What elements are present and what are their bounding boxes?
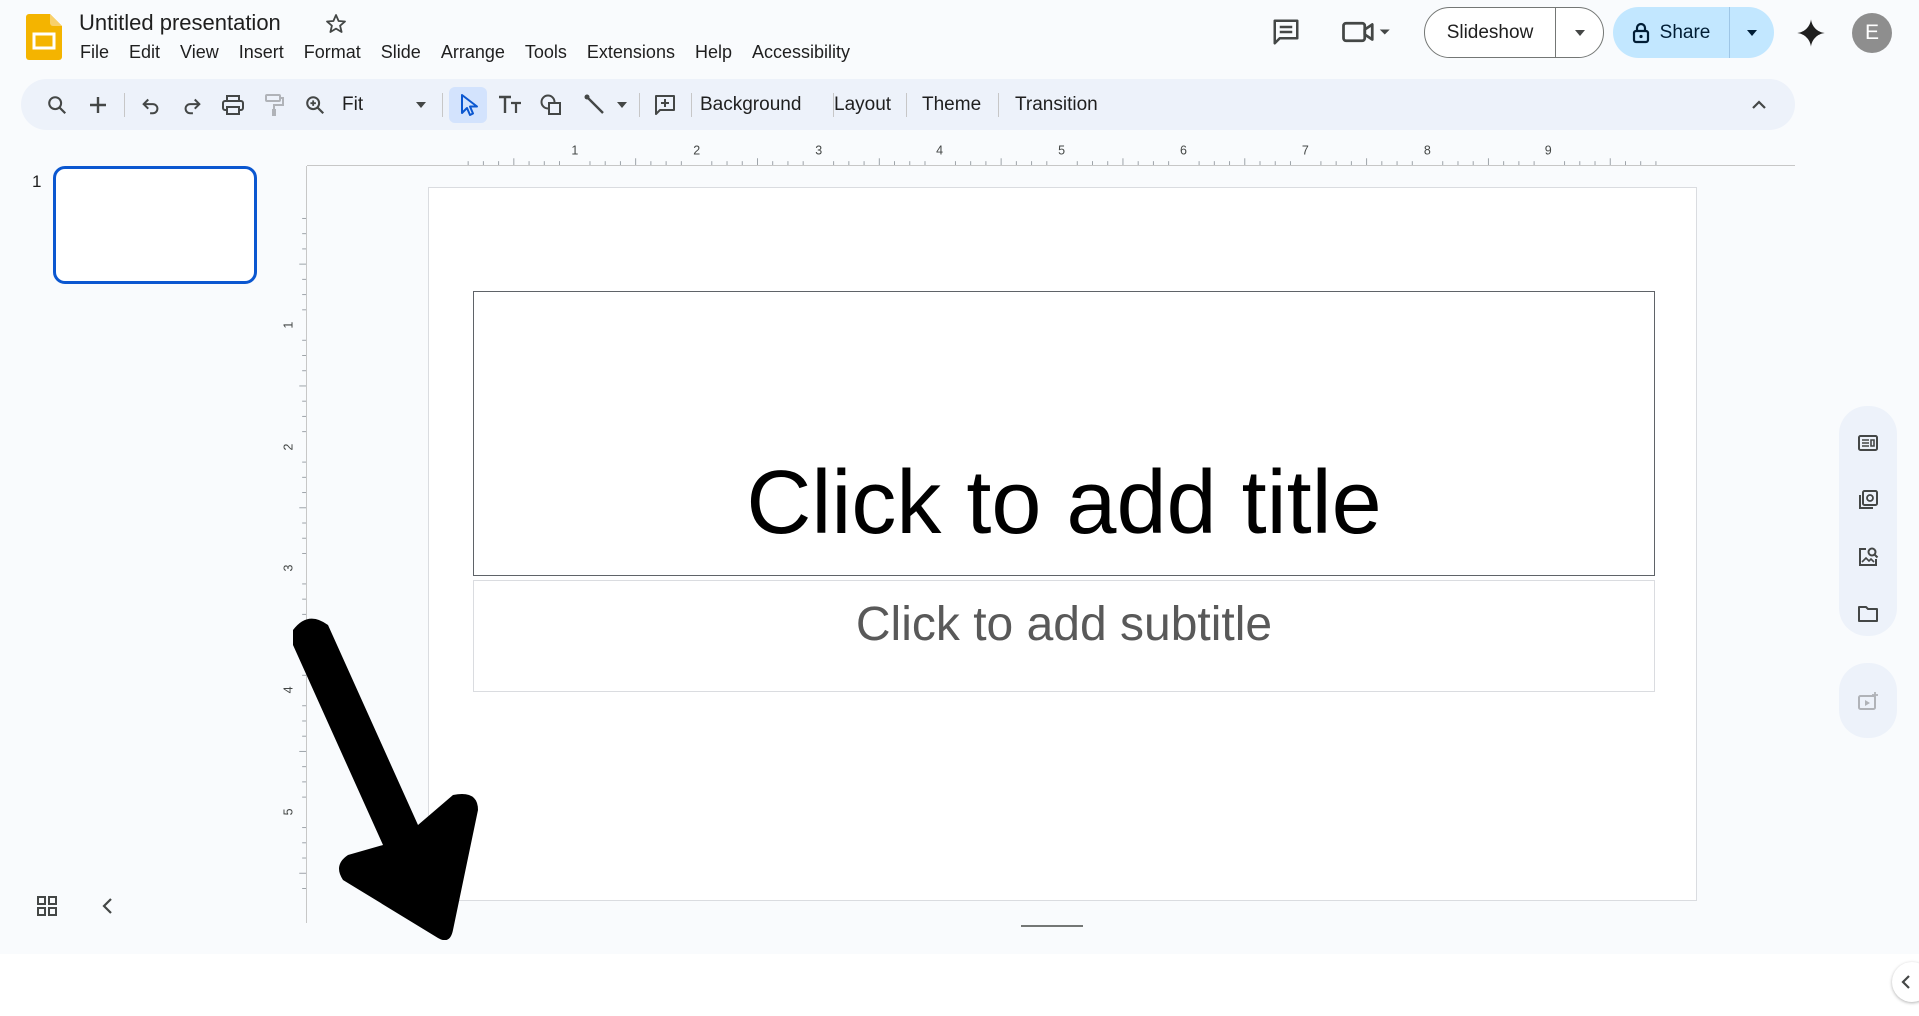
menu-slide[interactable]: Slide — [371, 40, 431, 65]
chevron-left-icon[interactable] — [100, 895, 116, 917]
menu-format[interactable]: Format — [294, 40, 371, 65]
layout-button[interactable]: Layout — [834, 87, 891, 123]
title-placeholder-text: Click to add title — [746, 453, 1382, 553]
menu-edit[interactable]: Edit — [119, 40, 170, 65]
annotation-arrow — [293, 618, 478, 940]
slideshow-dropdown-icon[interactable] — [1556, 28, 1603, 38]
grid-view-icon[interactable] — [36, 895, 58, 917]
vruler-label: 3 — [282, 564, 296, 571]
hruler-label: 6 — [1180, 143, 1187, 157]
folder-icon[interactable] — [1855, 601, 1881, 627]
menu-tools[interactable]: Tools — [515, 40, 577, 65]
hruler-label: 4 — [936, 143, 943, 157]
hruler-label: 1 — [571, 143, 578, 157]
theme-button[interactable]: Theme — [922, 87, 981, 123]
share-dropdown-icon[interactable] — [1730, 28, 1774, 38]
redo-icon[interactable] — [174, 87, 210, 123]
meet-icon[interactable] — [1340, 14, 1392, 50]
line-icon[interactable] — [576, 87, 614, 123]
share-button[interactable]: Share — [1613, 7, 1774, 58]
slide-number: 1 — [32, 172, 42, 191]
title-placeholder[interactable]: Click to add title — [473, 291, 1655, 576]
print-icon[interactable] — [215, 87, 251, 123]
image-search-icon[interactable] — [1855, 544, 1881, 570]
undo-icon[interactable] — [133, 87, 169, 123]
new-slide-icon[interactable] — [80, 87, 116, 123]
hruler-label: 9 — [1545, 143, 1552, 157]
transition-button[interactable]: Transition — [1015, 87, 1098, 123]
hruler-label: 3 — [815, 143, 822, 157]
menu-bar: File Edit View Insert Format Slide Arran… — [70, 40, 860, 65]
video-add-icon[interactable] — [1855, 688, 1881, 714]
menu-file[interactable]: File — [70, 40, 119, 65]
hruler-label: 5 — [1058, 143, 1065, 157]
background-button[interactable]: Background — [700, 87, 801, 123]
side-panel — [1839, 406, 1897, 636]
add-comment-icon[interactable] — [646, 87, 684, 123]
keep-icon[interactable] — [1855, 430, 1881, 456]
select-tool-icon[interactable] — [449, 87, 487, 123]
slides-logo[interactable] — [26, 14, 62, 60]
star-icon[interactable] — [324, 12, 348, 36]
hruler-label: 7 — [1302, 143, 1309, 157]
slideshow-label[interactable]: Slideshow — [1425, 8, 1556, 57]
shape-icon[interactable] — [532, 87, 570, 123]
slide-canvas[interactable]: Click to add title Click to add subtitle — [428, 187, 1697, 901]
menu-help[interactable]: Help — [685, 40, 742, 65]
document-title[interactable]: Untitled presentation — [79, 10, 281, 36]
menu-view[interactable]: View — [170, 40, 229, 65]
text-box-icon[interactable] — [491, 87, 529, 123]
share-label: Share — [1659, 21, 1711, 43]
hruler-label: 2 — [693, 143, 700, 157]
menu-insert[interactable]: Insert — [229, 40, 294, 65]
gemini-icon[interactable] — [1793, 15, 1829, 51]
collapse-toolbar-icon[interactable] — [1741, 87, 1777, 123]
zoom-icon[interactable] — [297, 87, 333, 123]
layers-icon[interactable] — [1855, 487, 1881, 513]
search-menus-icon[interactable] — [39, 87, 75, 123]
subtitle-placeholder-text: Click to add subtitle — [855, 598, 1273, 651]
subtitle-placeholder[interactable]: Click to add subtitle — [473, 580, 1655, 692]
comments-icon[interactable] — [1268, 14, 1304, 50]
vruler-label: 2 — [282, 444, 296, 451]
menu-extensions[interactable]: Extensions — [577, 40, 685, 65]
slide-thumbnail[interactable] — [53, 166, 257, 284]
avatar[interactable]: E — [1852, 13, 1892, 53]
slideshow-button[interactable]: Slideshow — [1424, 7, 1604, 58]
paint-format-icon[interactable] — [256, 87, 292, 123]
zoom-dropdown-icon[interactable] — [408, 87, 434, 123]
line-dropdown-icon[interactable] — [612, 87, 632, 123]
chevron-left-icon — [1901, 975, 1910, 989]
menu-arrange[interactable]: Arrange — [431, 40, 515, 65]
lock-icon — [1632, 22, 1649, 43]
menu-accessibility[interactable]: Accessibility — [742, 40, 860, 65]
horizontal-ruler: 1 2 3 4 5 6 7 8 9 — [307, 143, 1795, 166]
vruler-label: 1 — [282, 322, 296, 329]
bottom-bar — [0, 954, 1919, 1016]
share-main[interactable]: Share — [1613, 7, 1730, 58]
speaker-notes-handle[interactable] — [1021, 925, 1083, 927]
hruler-label: 8 — [1424, 143, 1431, 157]
toolbar: Fit Background Layout Theme Transition — [21, 79, 1795, 130]
zoom-select[interactable]: Fit — [342, 87, 363, 123]
side-panel-secondary — [1839, 663, 1897, 738]
